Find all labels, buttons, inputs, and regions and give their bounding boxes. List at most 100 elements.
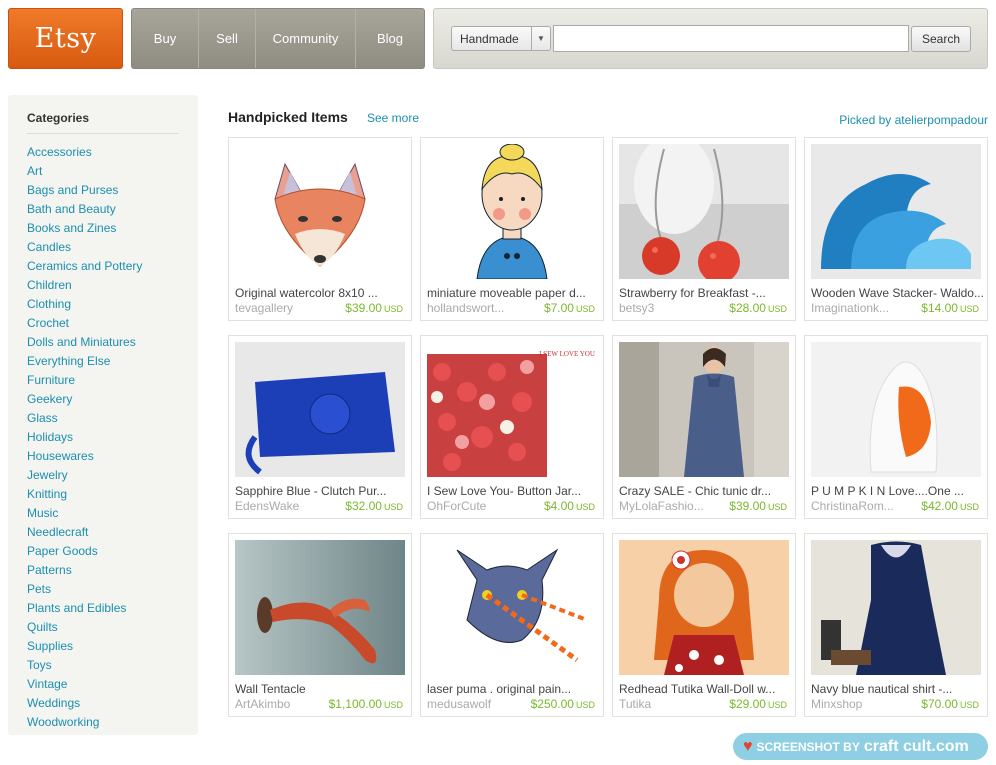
category-link[interactable]: Vintage [27,675,142,694]
category-link[interactable]: Weddings [27,694,142,713]
category-link[interactable]: Glass [27,409,142,428]
category-link[interactable]: Candles [27,238,142,257]
category-link[interactable]: Furniture [27,371,142,390]
category-link[interactable]: Plants and Edibles [27,599,142,618]
product-card[interactable]: Redhead Tutika Wall-Doll w... Tutika $29… [612,533,796,717]
search-category-select[interactable]: Handmade ▼ [451,26,551,51]
product-image[interactable] [427,540,597,675]
product-title[interactable]: P U M P K I N Love....One ... [811,484,983,498]
product-image[interactable] [235,342,405,477]
search-bar: Handmade ▼ Search [433,8,988,69]
shop-name[interactable]: betsy3 [619,301,719,315]
top-nav: Buy Sell Community Blog [131,8,425,69]
category-link[interactable]: Crochet [27,314,142,333]
shop-name[interactable]: OhForCute [427,499,527,513]
shop-name[interactable]: ArtAkimbo [235,697,335,711]
product-card[interactable]: laser puma . original pain... medusawolf… [420,533,604,717]
product-image[interactable] [427,144,597,279]
product-title[interactable]: Crazy SALE - Chic tunic dr... [619,484,791,498]
category-link[interactable]: Jewelry [27,466,142,485]
price-currency: USD [767,502,787,512]
category-link[interactable]: Quilts [27,618,142,637]
search-button[interactable]: Search [911,26,971,52]
category-link[interactable]: Patterns [27,561,142,580]
product-image[interactable]: I SEW LOVE YOU [427,342,597,477]
product-card[interactable]: Crazy SALE - Chic tunic dr... MyLolaFash… [612,335,796,519]
shop-name[interactable]: hollandswort... [427,301,527,315]
product-card[interactable]: Navy blue nautical shirt -... Minxshop $… [804,533,988,717]
product-title[interactable]: Wooden Wave Stacker- Waldo... [811,286,983,300]
price-amount: $4.00 [543,499,574,513]
product-image[interactable] [811,342,981,477]
product-card[interactable]: Wall Tentacle ArtAkimbo $1,100.00 USD [228,533,412,717]
price-amount: $250.00 [530,697,574,711]
shop-name[interactable]: Imaginationk... [811,301,911,315]
product-title[interactable]: Sapphire Blue - Clutch Pur... [235,484,407,498]
category-link[interactable]: Pets [27,580,142,599]
category-link[interactable]: Supplies [27,637,142,656]
shop-name[interactable]: Minxshop [811,697,911,711]
see-more-link[interactable]: See more [367,111,419,125]
heart-icon: ♥ [743,737,753,755]
shop-name[interactable]: medusawolf [427,697,527,711]
product-title[interactable]: Strawberry for Breakfast -... [619,286,791,300]
nav-buy[interactable]: Buy [132,9,199,68]
picked-by-link[interactable]: Picked by atelierpompadour [839,113,988,127]
nav-community[interactable]: Community [256,9,356,68]
product-image[interactable] [619,540,789,675]
product-title[interactable]: I Sew Love You- Button Jar... [427,484,599,498]
category-link[interactable]: Needlecraft [27,523,142,542]
product-image[interactable] [235,144,405,279]
etsy-logo[interactable]: Etsy [8,8,123,69]
category-link[interactable]: Paper Goods [27,542,142,561]
product-card[interactable]: Sapphire Blue - Clutch Pur... EdensWake … [228,335,412,519]
category-link[interactable]: Accessories [27,143,142,162]
category-link[interactable]: Holidays [27,428,142,447]
category-link[interactable]: Everything Else [27,352,142,371]
category-link[interactable]: Knitting [27,485,142,504]
nav-sell[interactable]: Sell [199,9,256,68]
product-card[interactable]: P U M P K I N Love....One ... ChristinaR… [804,335,988,519]
product-title[interactable]: Original watercolor 8x10 ... [235,286,407,300]
category-link[interactable]: Clothing [27,295,142,314]
shop-name[interactable]: Tutika [619,697,719,711]
category-link[interactable]: Children [27,276,142,295]
jar-caption: I SEW LOVE YOU [539,350,595,358]
product-card[interactable]: miniature moveable paper d... hollandswo… [420,137,604,321]
product-title[interactable]: Wall Tentacle [235,682,407,696]
price-currency: USD [383,502,403,512]
category-link[interactable]: Books and Zines [27,219,142,238]
product-title[interactable]: laser puma . original pain... [427,682,599,696]
price-currency: USD [575,700,595,710]
category-link[interactable]: Bath and Beauty [27,200,142,219]
product-card[interactable]: Original watercolor 8x10 ... tevagallery… [228,137,412,321]
category-link[interactable]: Ceramics and Pottery [27,257,142,276]
category-link[interactable]: Geekery [27,390,142,409]
product-title[interactable]: Redhead Tutika Wall-Doll w... [619,682,791,696]
category-link[interactable]: Woodworking [27,713,142,732]
category-link[interactable]: Housewares [27,447,142,466]
product-image[interactable] [811,540,981,675]
price-amount: $32.00 [345,499,382,513]
shop-name[interactable]: MyLolaFashio... [619,499,719,513]
product-image[interactable] [619,144,789,279]
product-image[interactable] [811,144,981,279]
product-card[interactable]: Wooden Wave Stacker- Waldo... Imaginatio… [804,137,988,321]
search-input[interactable] [553,25,909,52]
product-title[interactable]: Navy blue nautical shirt -... [811,682,983,696]
shop-name[interactable]: ChristinaRom... [811,499,911,513]
shop-name[interactable]: EdensWake [235,499,335,513]
category-link[interactable]: Music [27,504,142,523]
product-title[interactable]: miniature moveable paper d... [427,286,599,300]
product-image[interactable] [235,540,405,675]
price-currency: USD [959,502,979,512]
category-link[interactable]: Dolls and Miniatures [27,333,142,352]
product-card[interactable]: I SEW LOVE YOU I Sew Love You- Button Ja… [420,335,604,519]
category-link[interactable]: Bags and Purses [27,181,142,200]
nav-blog[interactable]: Blog [356,9,424,68]
product-card[interactable]: Strawberry for Breakfast -... betsy3 $28… [612,137,796,321]
category-link[interactable]: Art [27,162,142,181]
product-image[interactable] [619,342,789,477]
category-link[interactable]: Toys [27,656,142,675]
shop-name[interactable]: tevagallery [235,301,335,315]
